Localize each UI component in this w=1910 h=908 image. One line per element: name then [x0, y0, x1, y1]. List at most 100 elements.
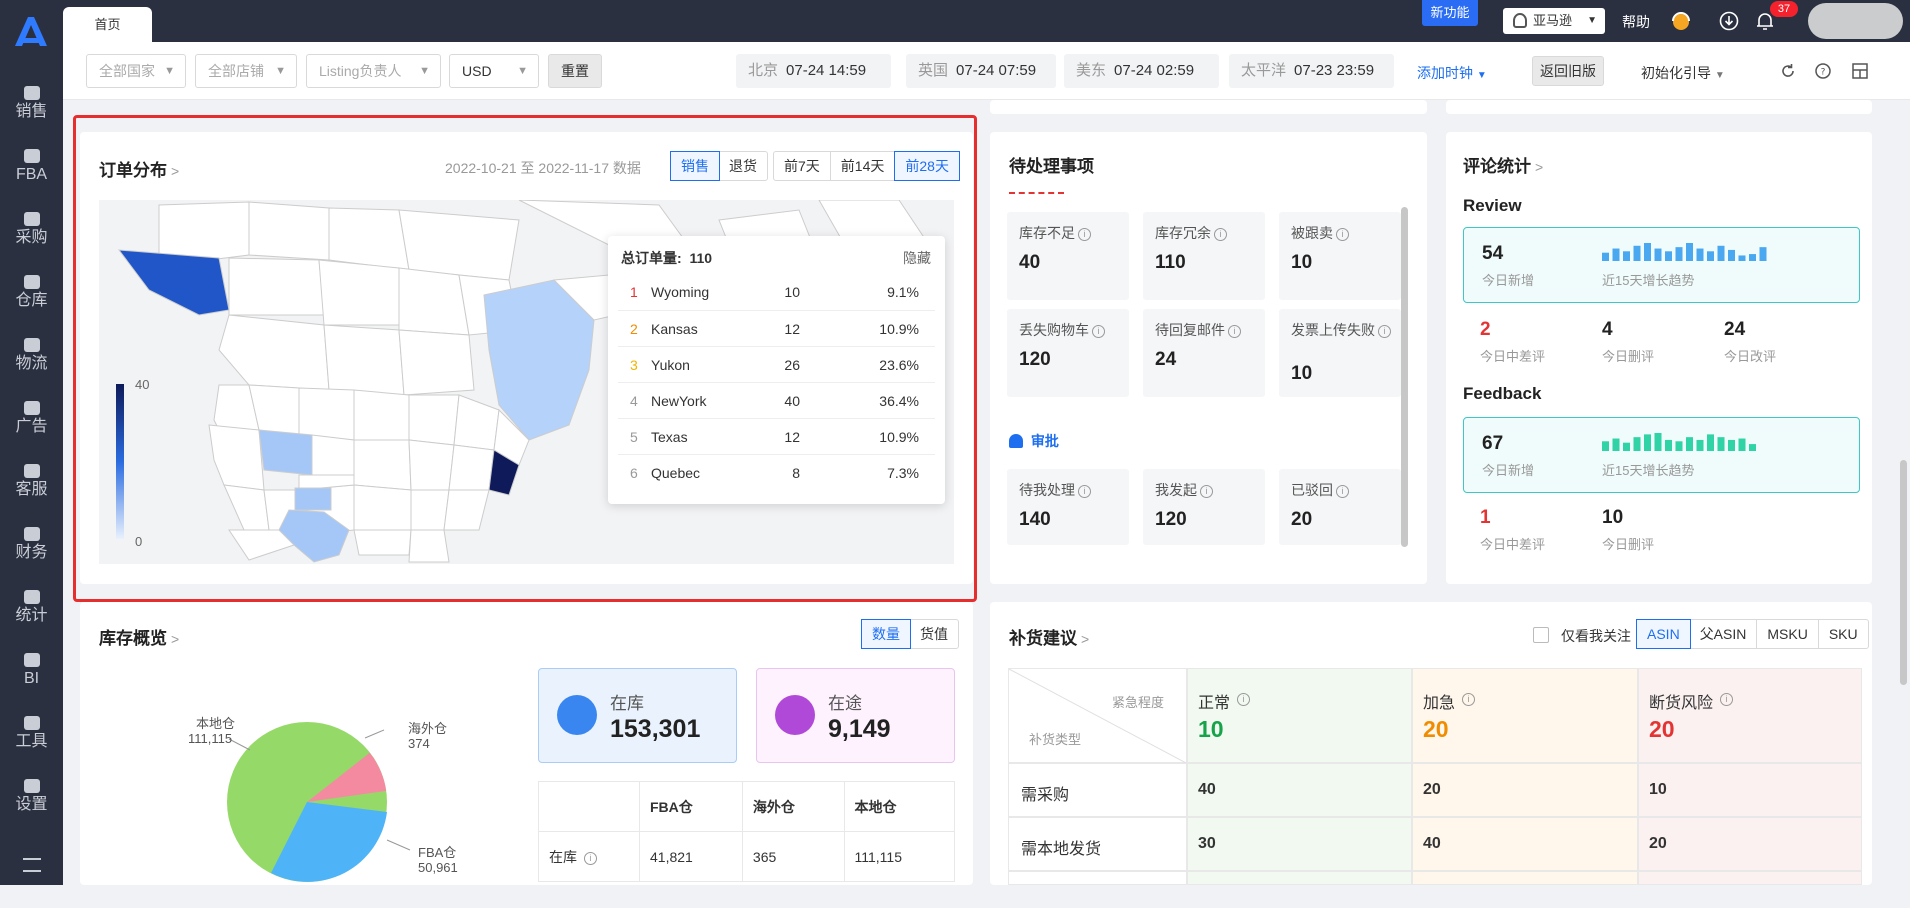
- table-cell[interactable]: 20: [1638, 817, 1862, 871]
- table-cell[interactable]: 40: [1412, 817, 1638, 871]
- task-value: 10: [1291, 363, 1313, 384]
- task-label-wrap: 待我处理 i: [1019, 481, 1091, 499]
- avatar[interactable]: [1808, 3, 1903, 39]
- info-icon[interactable]: i: [1462, 693, 1475, 706]
- init-guide-select[interactable]: 初始化引导 ▼: [1641, 63, 1725, 83]
- warehouse-icon: [557, 695, 597, 735]
- info-icon[interactable]: i: [1092, 325, 1105, 338]
- info-icon[interactable]: i: [1237, 693, 1250, 706]
- refresh-icon[interactable]: [1779, 62, 1797, 80]
- sidebar-item[interactable]: 财务: [0, 517, 63, 575]
- task-label-wrap: 库存冗余 i: [1155, 224, 1263, 242]
- only-follow-checkbox[interactable]: [1533, 627, 1549, 643]
- new-feature-button[interactable]: 新功能: [1422, 0, 1478, 26]
- pending-task[interactable]: 丢失购物车 i 120: [1007, 309, 1129, 397]
- page-scrollbar[interactable]: [1900, 460, 1907, 685]
- pending-task[interactable]: 库存冗余 i 110: [1143, 212, 1265, 300]
- info-icon[interactable]: i: [1378, 325, 1391, 338]
- currency-select[interactable]: USD ▼: [449, 54, 539, 88]
- sidebar-item[interactable]: 设置: [0, 769, 63, 827]
- tab-parent-asin[interactable]: 父ASIN: [1690, 620, 1758, 648]
- inventory-title[interactable]: 库存概览 >: [99, 624, 179, 649]
- time-display: 北京 07-24 14:59: [736, 54, 891, 88]
- tab-home[interactable]: 首页: [63, 7, 152, 42]
- pending-task[interactable]: 库存不足 i 40: [1007, 212, 1129, 300]
- info-icon[interactable]: i: [1720, 693, 1733, 706]
- country-select[interactable]: 全部国家 ▼: [86, 54, 186, 88]
- review-spark-bar: [1675, 247, 1683, 261]
- customer-service-icon[interactable]: [1670, 10, 1692, 32]
- table-cell[interactable]: 30: [1187, 817, 1412, 871]
- replenish-title[interactable]: 补货建议 >: [1009, 624, 1089, 649]
- info-icon[interactable]: i: [583, 851, 597, 865]
- sidebar-item[interactable]: 广告: [0, 391, 63, 449]
- table-cell[interactable]: 10: [1638, 763, 1862, 817]
- review-spark-bar: [1707, 251, 1714, 261]
- help-circle-icon[interactable]: ?: [1814, 62, 1832, 80]
- tab-value[interactable]: 货值: [910, 620, 958, 648]
- svg-text:?: ?: [1821, 68, 1826, 78]
- review-title[interactable]: 评论统计 >: [1463, 152, 1543, 177]
- ad-icon: [23, 401, 40, 415]
- info-icon[interactable]: i: [1228, 325, 1241, 338]
- approval-task[interactable]: 我发起 i 120: [1143, 469, 1265, 545]
- add-clock-link[interactable]: 添加时钟 ▼: [1417, 63, 1487, 83]
- sidebar-item[interactable]: 采购: [0, 202, 63, 260]
- tab-returns[interactable]: 退货: [719, 152, 767, 180]
- help-link[interactable]: 帮助: [1622, 12, 1650, 32]
- download-icon[interactable]: [1718, 10, 1740, 32]
- tab-14-days[interactable]: 前14天: [831, 152, 896, 180]
- sidebar-item[interactable]: 工具: [0, 706, 63, 764]
- tab-7-days[interactable]: 前7天: [774, 152, 831, 180]
- sidebar-item[interactable]: 销售: [0, 76, 63, 134]
- table-header-cell: 断货风险 i 20: [1638, 668, 1862, 763]
- tooltip-hide-button[interactable]: 隐藏: [903, 248, 931, 268]
- info-icon[interactable]: i: [1214, 228, 1227, 241]
- tab-28-days[interactable]: 前28天: [894, 151, 960, 181]
- pending-task[interactable]: 发票上传失败 i 10: [1279, 309, 1401, 397]
- approval-task[interactable]: 已驳回 i 20: [1279, 469, 1401, 545]
- info-icon[interactable]: i: [1078, 485, 1091, 498]
- settings-icon: [23, 779, 40, 793]
- tab-sku[interactable]: SKU: [1819, 620, 1868, 648]
- tab-quantity[interactable]: 数量: [861, 619, 911, 649]
- region-name: Wyoming: [651, 284, 710, 300]
- layout-icon[interactable]: [1851, 62, 1869, 80]
- tab-sales[interactable]: 销售: [670, 151, 720, 181]
- sidebar-item[interactable]: 客服: [0, 454, 63, 512]
- sidebar-item[interactable]: 仓库: [0, 265, 63, 323]
- in-transit-box[interactable]: 在途 9,149: [756, 668, 955, 763]
- pending-task[interactable]: 待回复邮件 i 24: [1143, 309, 1265, 397]
- order-distribution-title[interactable]: 订单分布 >: [99, 156, 179, 181]
- table-cell[interactable]: 20: [1412, 763, 1638, 817]
- inventory-pie-chart[interactable]: 本地仓 111,115 海外仓 374 FBA仓 50,961: [110, 702, 470, 885]
- sidebar-item[interactable]: 物流: [0, 328, 63, 386]
- list-item: 6 Quebec 8 7.3%: [618, 454, 935, 490]
- pie-label-fba: FBA仓: [418, 845, 456, 860]
- sidebar-item[interactable]: BI: [0, 643, 63, 701]
- info-icon[interactable]: i: [1200, 485, 1213, 498]
- table-cell[interactable]: 40: [1187, 763, 1412, 817]
- info-icon[interactable]: i: [1336, 485, 1349, 498]
- listing-owner-select[interactable]: Listing负责人 ▼: [306, 54, 441, 88]
- info-icon[interactable]: i: [1336, 228, 1349, 241]
- old-version-button[interactable]: 返回旧版: [1532, 56, 1604, 86]
- in-stock-box[interactable]: 在库 153,301: [538, 668, 737, 763]
- approval-task[interactable]: 待我处理 i 140: [1007, 469, 1129, 545]
- pending-task[interactable]: 被跟卖 i 10: [1279, 212, 1401, 300]
- tab-msku[interactable]: MSKU: [1757, 620, 1819, 648]
- info-icon[interactable]: i: [1078, 228, 1091, 241]
- reset-button[interactable]: 重置: [548, 54, 602, 88]
- pending-scrollbar[interactable]: [1401, 207, 1408, 547]
- sidebar-item[interactable]: FBA: [0, 139, 63, 197]
- app-logo[interactable]: [12, 14, 50, 48]
- collapse-sidebar-icon[interactable]: [0, 850, 63, 908]
- region-name: Kansas: [651, 321, 698, 337]
- tab-asin[interactable]: ASIN: [1636, 619, 1691, 649]
- region-value: 8: [792, 465, 800, 481]
- chevron-down-icon: ▼: [419, 65, 430, 77]
- table-header: FBA仓: [639, 781, 743, 832]
- marketplace-select[interactable]: 亚马逊 ▼: [1503, 8, 1605, 34]
- store-select[interactable]: 全部店铺 ▼: [195, 54, 297, 88]
- sidebar-item[interactable]: 统计: [0, 580, 63, 638]
